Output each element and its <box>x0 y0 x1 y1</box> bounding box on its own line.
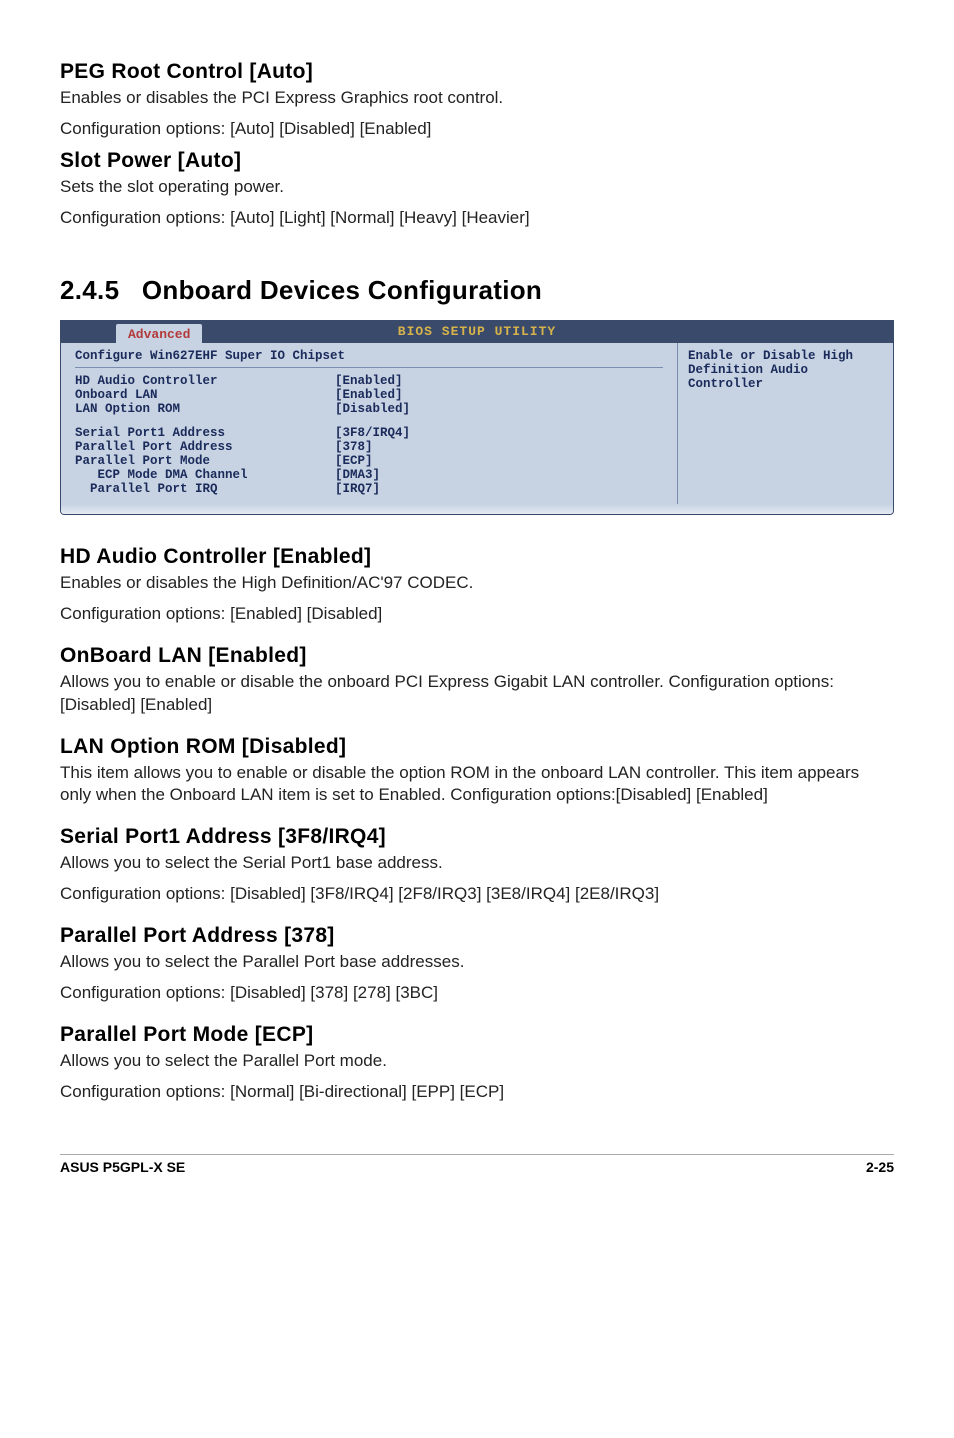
text-hd-audio-1: Enables or disables the High Definition/… <box>60 572 894 595</box>
bios-row[interactable]: Serial Port1 Address [3F8/IRQ4] <box>75 426 663 440</box>
heading-onboard-devices: 2.4.5 Onboard Devices Configuration <box>60 275 894 306</box>
bios-label: Parallel Port Mode <box>75 454 335 468</box>
bios-row[interactable]: Parallel Port IRQ [IRQ7] <box>75 482 663 496</box>
section-title: Onboard Devices Configuration <box>142 275 542 305</box>
heading-peg-root-control: PEG Root Control [Auto] <box>60 60 894 84</box>
heading-onboard-lan: OnBoard LAN [Enabled] <box>60 644 894 668</box>
heading-parallel-address: Parallel Port Address [378] <box>60 924 894 948</box>
bios-value: [ECP] <box>335 454 373 468</box>
bios-value: [Enabled] <box>335 388 403 402</box>
text-parallel-mode-2: Configuration options: [Normal] [Bi-dire… <box>60 1081 894 1104</box>
section-number: 2.4.5 <box>60 275 119 305</box>
heading-lan-option-rom: LAN Option ROM [Disabled] <box>60 735 894 759</box>
text-parallel-mode-1: Allows you to select the Parallel Port m… <box>60 1050 894 1073</box>
footer-product: ASUS P5GPL-X SE <box>60 1159 185 1175</box>
bios-label: Parallel Port Address <box>75 440 335 454</box>
bios-value: [DMA3] <box>335 468 380 482</box>
bios-value: [Disabled] <box>335 402 410 416</box>
bios-fade <box>61 504 893 514</box>
text-parallel-addr-1: Allows you to select the Parallel Port b… <box>60 951 894 974</box>
bios-titlebar: Advanced BIOS SETUP UTILITY <box>61 321 893 343</box>
bios-help-panel: Enable or Disable High Definition Audio … <box>678 343 893 504</box>
heading-serial-port1: Serial Port1 Address [3F8/IRQ4] <box>60 825 894 849</box>
bios-panel-header: Configure Win627EHF Super IO Chipset <box>75 349 663 368</box>
heading-parallel-mode: Parallel Port Mode [ECP] <box>60 1023 894 1047</box>
bios-tab-advanced[interactable]: Advanced <box>116 324 202 344</box>
bios-label: Serial Port1 Address <box>75 426 335 440</box>
bios-label: HD Audio Controller <box>75 374 335 388</box>
bios-row[interactable]: HD Audio Controller [Enabled] <box>75 374 663 388</box>
text-slot-desc-1: Sets the slot operating power. <box>60 176 894 199</box>
bios-label: Onboard LAN <box>75 388 335 402</box>
bios-label: ECP Mode DMA Channel <box>75 468 335 482</box>
text-peg-desc-1: Enables or disables the PCI Express Grap… <box>60 87 894 110</box>
footer-page-number: 2-25 <box>866 1159 894 1175</box>
bios-utility-title: BIOS SETUP UTILITY <box>398 324 556 339</box>
text-onboard-lan: Allows you to enable or disable the onbo… <box>60 671 894 717</box>
bios-label: Parallel Port IRQ <box>75 482 335 496</box>
bios-row[interactable]: LAN Option ROM [Disabled] <box>75 402 663 416</box>
bios-row[interactable]: Onboard LAN [Enabled] <box>75 388 663 402</box>
text-serial-1: Allows you to select the Serial Port1 ba… <box>60 852 894 875</box>
text-lan-option-rom: This item allows you to enable or disabl… <box>60 762 894 808</box>
bios-left-panel: Configure Win627EHF Super IO Chipset HD … <box>61 343 678 504</box>
bios-label: LAN Option ROM <box>75 402 335 416</box>
bios-row[interactable]: Parallel Port Mode [ECP] <box>75 454 663 468</box>
text-parallel-addr-2: Configuration options: [Disabled] [378] … <box>60 982 894 1005</box>
heading-slot-power: Slot Power [Auto] <box>60 149 894 173</box>
bios-value: [3F8/IRQ4] <box>335 426 410 440</box>
text-hd-audio-2: Configuration options: [Enabled] [Disabl… <box>60 603 894 626</box>
bios-value: [IRQ7] <box>335 482 380 496</box>
text-serial-2: Configuration options: [Disabled] [3F8/I… <box>60 883 894 906</box>
bios-value: [378] <box>335 440 373 454</box>
heading-hd-audio: HD Audio Controller [Enabled] <box>60 545 894 569</box>
bios-value: [Enabled] <box>335 374 403 388</box>
bios-row[interactable]: Parallel Port Address [378] <box>75 440 663 454</box>
text-peg-desc-2: Configuration options: [Auto] [Disabled]… <box>60 118 894 141</box>
page-footer: ASUS P5GPL-X SE 2-25 <box>60 1154 894 1175</box>
bios-row[interactable]: ECP Mode DMA Channel [DMA3] <box>75 468 663 482</box>
text-slot-desc-2: Configuration options: [Auto] [Light] [N… <box>60 207 894 230</box>
bios-screenshot: Advanced BIOS SETUP UTILITY Configure Wi… <box>60 320 894 515</box>
